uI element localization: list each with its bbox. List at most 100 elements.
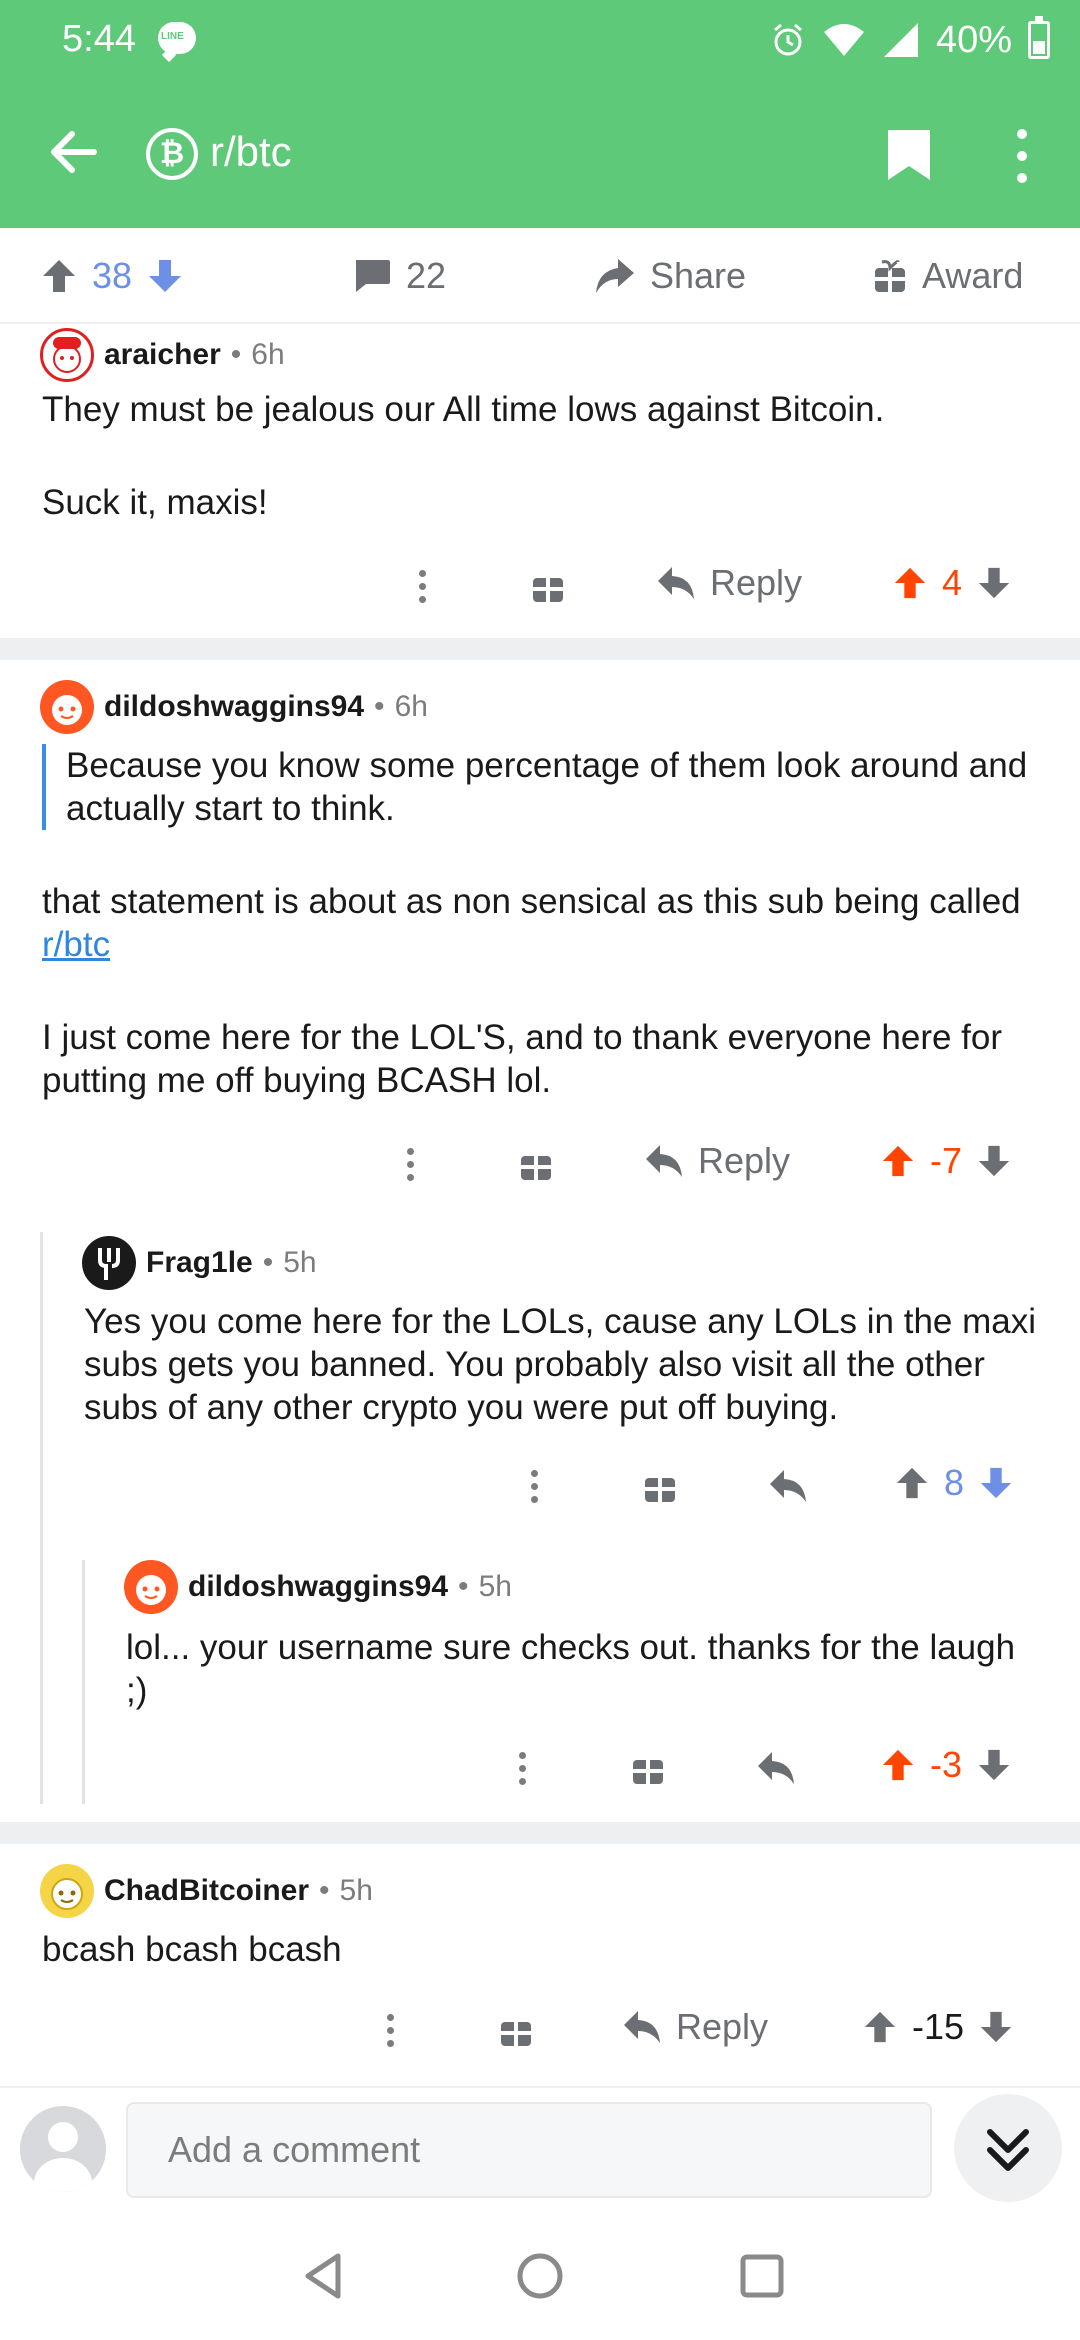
comment-vote: 4 [892,562,1012,604]
comment-more-button[interactable] [524,1456,544,1516]
comment-username[interactable]: Frag1le [146,1246,253,1280]
thread-line[interactable] [40,1232,43,1804]
comment-separator: • [230,338,242,371]
upvote-icon[interactable] [880,1143,916,1179]
reply-arrow-icon [658,567,694,599]
nav-home-icon[interactable] [510,2246,570,2306]
avatar[interactable] [40,1864,94,1918]
snoo-avatar-icon [136,1575,166,1605]
reply-label: Reply [676,2006,769,2047]
snoo-avatar-icon [52,695,82,725]
downvote-icon[interactable] [146,257,184,295]
comment-vote: 8 [894,1462,1014,1504]
add-comment-input[interactable]: Add a comment [126,2102,932,2198]
more-options-icon[interactable] [1000,124,1044,188]
status-icons: 40% [770,16,1050,64]
post-vote: 38 [40,228,184,324]
upvote-icon[interactable] [862,2009,898,2045]
downvote-icon[interactable] [976,565,1012,601]
comment-username[interactable]: dildoshwaggins94 [188,1570,448,1604]
comment-paragraph: Suck it, maxis! [42,483,268,522]
subreddit-link[interactable]: r/btc [42,925,110,964]
avatar[interactable] [40,328,94,382]
gift-icon[interactable] [498,2012,534,2048]
comment-vote: -3 [880,1744,1012,1786]
comment-body: bcash bcash bcash [42,1930,342,1969]
nav-back-icon[interactable] [294,2246,354,2306]
comment-username[interactable]: ChadBitcoiner [104,1874,309,1908]
comment-more-button[interactable] [412,556,432,616]
comment-count: 22 [406,255,447,296]
user-avatar[interactable] [20,2106,106,2192]
gift-icon[interactable] [530,568,566,604]
comment-vote: -7 [880,1140,1012,1182]
post-action-bar: 38 22 Share Award [0,228,1080,324]
upvote-icon[interactable] [40,257,78,295]
comment-time: 5h [478,1570,512,1603]
avatar[interactable] [40,680,94,734]
comment-username[interactable]: araicher [104,338,221,372]
system-nav-bar [0,2216,1080,2340]
reply-button[interactable]: Reply [644,1140,790,1182]
comment-separator: • [319,1874,330,1907]
battery-percent: 40% [935,18,1012,61]
comment-body: that statement is about as non sensical … [42,880,1042,1102]
comment-paragraph: I just come here for the LOL'S, and to t… [42,1018,1003,1100]
expand-comments-button[interactable] [954,2094,1062,2202]
comment-score: -3 [930,1744,963,1785]
reply-arrow-icon[interactable] [756,1750,796,1786]
reply-arrow-icon [646,1145,682,1177]
comments-button[interactable]: 22 [352,228,446,324]
double-chevron-down-icon [987,2129,1029,2171]
comment-text: that statement is about as non sensical … [42,882,1021,921]
comment-header: Frag1le • 5h [82,1236,317,1290]
award-label: Award [922,255,1024,296]
comment-header: ChadBitcoiner • 5h [40,1864,373,1918]
gift-icon[interactable] [630,1750,666,1786]
comment-bubble-icon [356,260,390,292]
status-time: 5:44 [62,18,136,60]
subreddit-bitcoin-icon[interactable]: ₿ [146,128,198,180]
comment-separator: • [262,1246,274,1279]
snoo-avatar-icon [53,337,81,373]
subreddit-title[interactable]: r/btc [210,128,292,176]
comment-more-button[interactable] [380,2000,400,2060]
avatar[interactable] [124,1560,178,1614]
line-notification-icon: LINE [158,22,196,54]
share-label: Share [650,255,747,296]
nav-recents-icon[interactable] [732,2246,792,2306]
post-score: 38 [92,255,133,296]
gift-icon[interactable] [518,1146,554,1182]
reply-arrow-icon[interactable] [768,1468,808,1504]
reply-label: Reply [698,1140,791,1181]
downvote-icon[interactable] [976,1143,1012,1179]
reply-button[interactable]: Reply [656,562,802,604]
comment-paragraph: They must be jealous our All time lows a… [42,390,885,429]
comment-more-button[interactable] [400,1134,420,1194]
comment-vote: -15 [862,2006,1014,2048]
comment-header: dildoshwaggins94 • 6h [40,680,428,734]
downvote-icon[interactable] [978,1465,1014,1501]
comment-score: -7 [930,1140,963,1181]
reply-button[interactable]: Reply [622,2006,768,2048]
downvote-icon[interactable] [978,2009,1014,2045]
comment-score: 8 [944,1462,965,1503]
upvote-icon[interactable] [880,1747,916,1783]
avatar[interactable] [82,1236,136,1290]
comment-time: 6h [251,338,285,371]
battery-icon [1028,16,1050,59]
comment-time: 5h [283,1246,317,1279]
thread-line[interactable] [82,1560,85,1804]
downvote-icon[interactable] [976,1747,1012,1783]
upvote-icon[interactable] [892,565,928,601]
comment-username[interactable]: dildoshwaggins94 [104,690,364,724]
bookmark-icon[interactable] [884,126,934,184]
share-button[interactable]: Share [594,228,746,324]
comment-more-button[interactable] [512,1738,532,1798]
comment-quote: Because you know some percentage of them… [42,744,1042,830]
comment-body: lol... your username sure checks out. th… [126,1628,1016,1710]
award-button[interactable]: Award [872,228,1023,324]
upvote-icon[interactable] [894,1465,930,1501]
back-arrow-icon[interactable] [44,122,104,182]
gift-icon[interactable] [642,1468,678,1504]
